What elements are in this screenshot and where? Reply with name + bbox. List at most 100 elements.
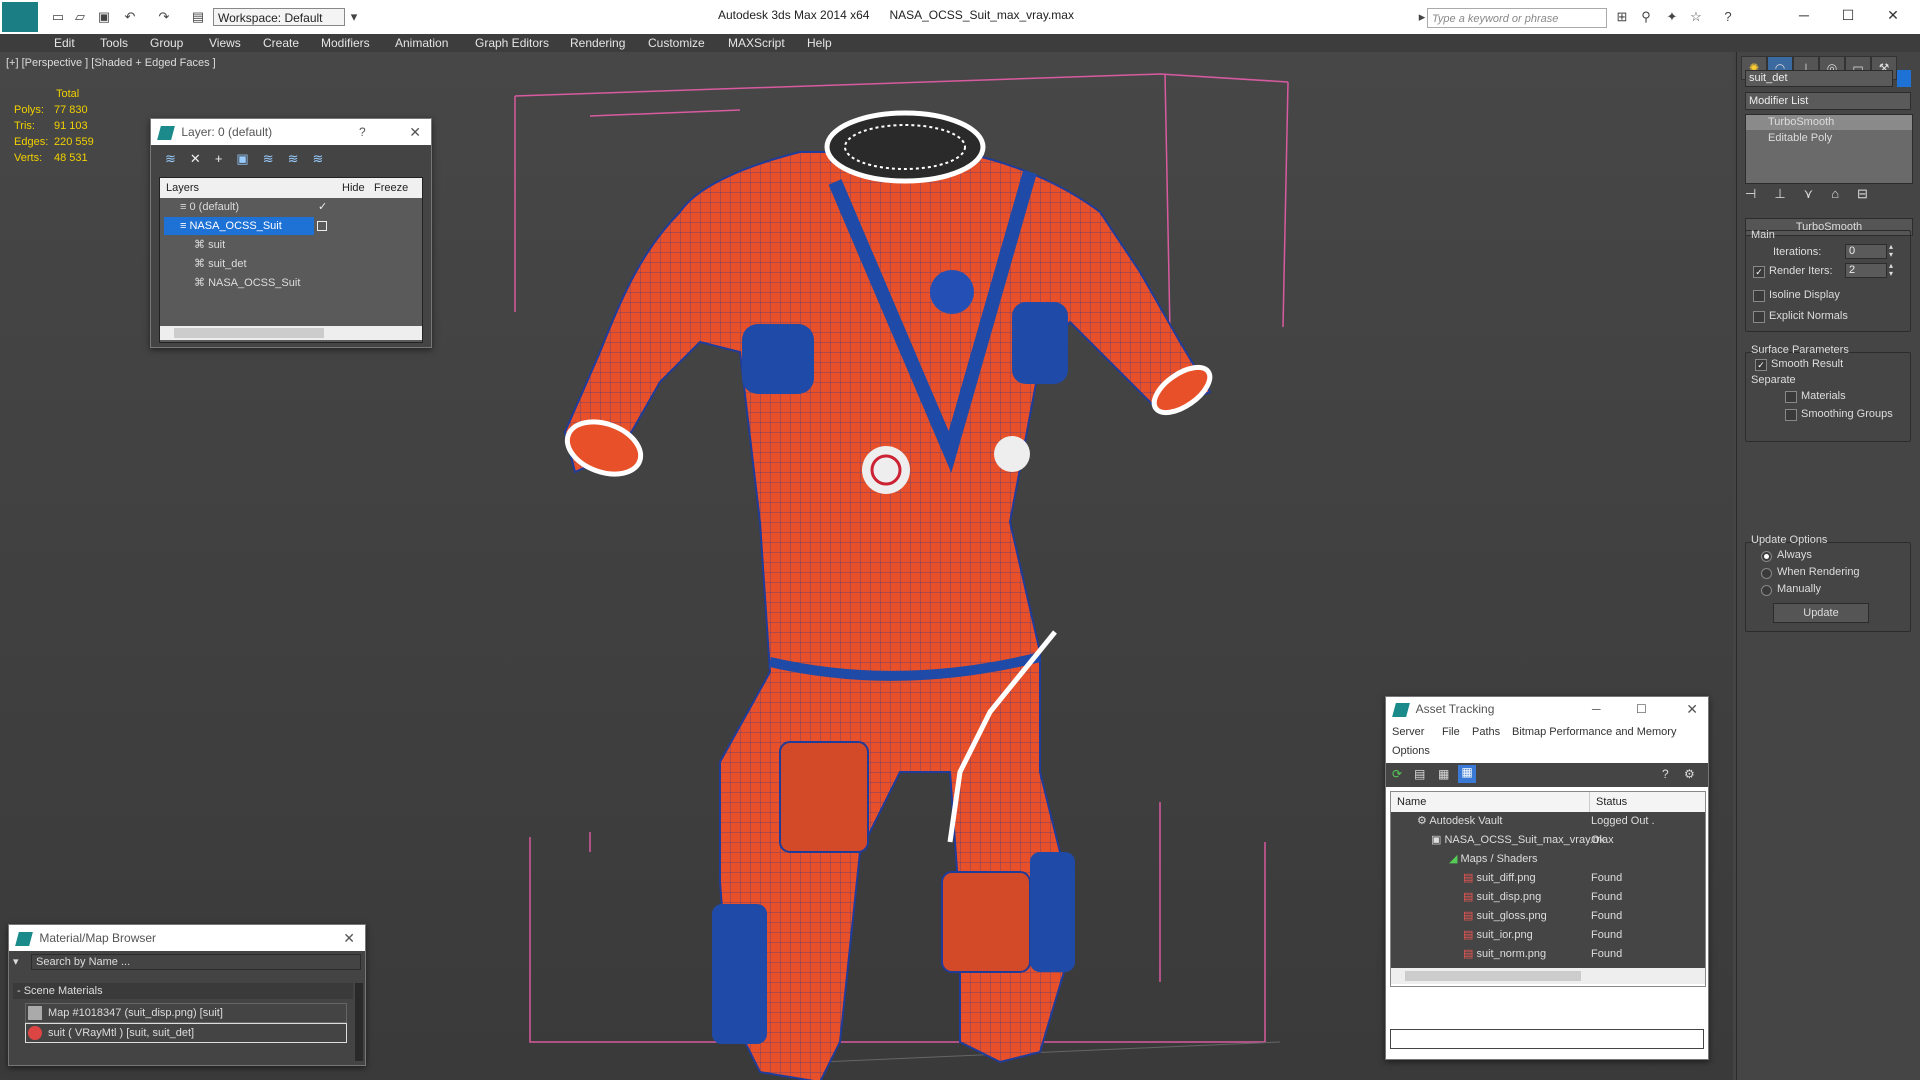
menu-graph-editors[interactable]: Graph Editors — [475, 36, 549, 50]
column-status[interactable]: Status — [1589, 792, 1627, 812]
settings-icon[interactable]: ⚙ — [1684, 767, 1695, 781]
close-icon[interactable]: ✕ — [343, 925, 355, 951]
isoline-display-checkbox[interactable] — [1753, 290, 1765, 302]
manually-radio[interactable] — [1761, 585, 1772, 596]
menu-maxscript[interactable]: MAXScript — [728, 36, 785, 50]
menu-animation[interactable]: Animation — [395, 36, 448, 50]
show-end-result-icon[interactable]: ⊥ — [1774, 186, 1803, 201]
menu-rendering[interactable]: Rendering — [570, 36, 625, 50]
dropdown-arrow-icon[interactable]: ▾ — [346, 9, 362, 25]
project-folder-icon[interactable]: ▤ — [190, 9, 206, 25]
menu-customize[interactable]: Customize — [648, 36, 705, 50]
scene-materials-header[interactable]: - Scene Materials — [13, 983, 353, 999]
spinner-arrows-icon[interactable]: ▴ ▾ — [1889, 243, 1893, 259]
close-icon[interactable]: ✕ — [1686, 697, 1698, 721]
layer-row[interactable]: ≡ 0 (default) — [180, 198, 239, 216]
help-button[interactable]: ? — [359, 119, 366, 145]
stack-item-turbosmooth[interactable]: TurboSmooth — [1746, 115, 1912, 130]
horizontal-scrollbar[interactable] — [1391, 968, 1705, 984]
material-search-input[interactable]: Search by Name ... — [31, 954, 361, 970]
table-row[interactable]: ◢ Maps / Shaders — [1449, 850, 1538, 868]
close-icon[interactable]: ✕ — [409, 119, 421, 145]
table-row[interactable]: ▤ suit_norm.png — [1463, 945, 1546, 963]
workspace-dropdown[interactable]: Workspace: Default — [213, 8, 345, 26]
minimize-button[interactable]: ─ — [1789, 5, 1819, 25]
table-view-icon[interactable]: ▦ — [1458, 765, 1476, 783]
list-item-selected[interactable]: suit ( VRayMtl ) [suit, suit_det] — [25, 1023, 347, 1043]
spacesuit[interactable] — [560, 110, 1217, 1080]
layer-row-selected[interactable]: ≡ NASA_OCSS_Suit — [164, 217, 314, 235]
thumbnail-view-icon[interactable]: ▦ — [1438, 767, 1449, 781]
asset-tracking-titlebar[interactable]: Asset Tracking ─ ☐ ✕ — [1386, 697, 1708, 721]
open-file-icon[interactable]: ▱ — [72, 9, 88, 25]
column-hide[interactable]: Hide — [342, 178, 365, 198]
modifier-list-dropdown[interactable]: Modifier List — [1745, 92, 1911, 110]
redo-icon[interactable]: ↷ — [156, 9, 172, 25]
save-icon[interactable]: ▣ — [96, 9, 112, 25]
menu-edit[interactable]: Edit — [54, 36, 75, 50]
menu-help[interactable]: Help — [807, 36, 832, 50]
render-iters-checkbox[interactable]: ✓ — [1753, 266, 1765, 278]
search-input[interactable]: Type a keyword or phrase — [1427, 8, 1607, 28]
vertical-scrollbar[interactable] — [355, 983, 363, 1061]
create-layer-icon[interactable]: ≋ — [165, 151, 190, 166]
menu-file[interactable]: File — [1442, 726, 1460, 738]
help-icon[interactable]: ? — [1662, 767, 1669, 781]
maximize-button[interactable]: ☐ — [1833, 5, 1863, 25]
column-layers[interactable]: Layers — [166, 178, 199, 198]
refresh-icon[interactable]: ⟳ — [1392, 767, 1402, 781]
always-radio[interactable] — [1761, 551, 1772, 562]
spinner-arrows-icon[interactable]: ▴ ▾ — [1889, 262, 1893, 278]
help-icon[interactable]: ? — [1720, 9, 1736, 25]
iterations-spinner[interactable]: 0 — [1845, 244, 1887, 259]
table-row[interactable]: ⚙ Autodesk Vault — [1417, 812, 1503, 830]
column-name[interactable]: Name — [1397, 792, 1426, 812]
table-row[interactable]: ▤ suit_disp.png — [1463, 888, 1541, 906]
when-rendering-radio[interactable] — [1761, 568, 1772, 579]
configure-sets-icon[interactable]: ⊟ — [1857, 186, 1886, 201]
scrollbar-thumb[interactable] — [174, 328, 324, 338]
freeze-all-icon[interactable]: ≋ — [313, 151, 338, 166]
pin-stack-icon[interactable]: ⊣ — [1745, 186, 1774, 201]
list-view-icon[interactable]: ▤ — [1414, 767, 1425, 781]
update-button[interactable]: Update — [1773, 603, 1869, 623]
maximize-button[interactable]: ☐ — [1636, 697, 1647, 721]
menu-create[interactable]: Create — [263, 36, 299, 50]
menu-group[interactable]: Group — [150, 36, 183, 50]
binoculars-icon[interactable]: ⊞ — [1614, 9, 1630, 25]
table-row[interactable]: ▤ suit_gloss.png — [1463, 907, 1547, 925]
subscription-icon[interactable]: ✦ — [1664, 9, 1680, 25]
menu-bitmap-performance[interactable]: Bitmap Performance and Memory — [1512, 726, 1676, 738]
column-freeze[interactable]: Freeze — [374, 178, 408, 198]
smoothing-groups-checkbox[interactable] — [1785, 409, 1797, 421]
make-unique-icon[interactable]: ⋎ — [1804, 186, 1832, 201]
menu-modifiers[interactable]: Modifiers — [321, 36, 370, 50]
tools-icon[interactable]: ⚲ — [1638, 9, 1654, 25]
materials-checkbox[interactable] — [1785, 391, 1797, 403]
layer-dialog-titlebar[interactable]: Layer: 0 (default) ? ✕ — [151, 119, 431, 145]
explicit-normals-checkbox[interactable] — [1753, 311, 1765, 323]
layer-row[interactable]: ⌘ suit_det — [194, 255, 247, 273]
table-row[interactable]: ▣ NASA_OCSS_Suit_max_vray.max — [1431, 831, 1614, 849]
app-logo-icon[interactable] — [2, 2, 38, 32]
highlight-layer-icon[interactable]: ≋ — [263, 151, 288, 166]
object-name-field[interactable]: suit_det — [1745, 70, 1893, 87]
minimize-button[interactable]: ─ — [1592, 697, 1601, 721]
table-row[interactable]: ▤ suit_diff.png — [1463, 869, 1536, 887]
hide-all-icon[interactable]: ≋ — [288, 151, 313, 166]
stack-item-editable-poly[interactable]: Editable Poly — [1746, 131, 1832, 146]
undo-icon[interactable]: ↶ — [122, 9, 138, 25]
list-item[interactable]: Map #1018347 (suit_disp.png) [suit] — [25, 1003, 347, 1023]
menu-server[interactable]: Server — [1392, 726, 1424, 738]
new-file-icon[interactable]: ▭ — [50, 9, 66, 25]
object-color-swatch[interactable] — [1897, 70, 1911, 87]
table-row[interactable]: ▤ suit_ior.png — [1463, 926, 1533, 944]
close-button[interactable]: ✕ — [1878, 5, 1908, 25]
render-iters-spinner[interactable]: 2 — [1845, 263, 1887, 278]
remove-modifier-icon[interactable]: ⌂ — [1831, 186, 1857, 201]
options-dropdown-icon[interactable]: ▾ — [13, 955, 19, 968]
menu-views[interactable]: Views — [209, 36, 241, 50]
menu-options[interactable]: Options — [1392, 745, 1430, 757]
material-browser-titlebar[interactable]: Material/Map Browser ✕ — [9, 925, 365, 951]
layer-row[interactable]: ⌘ NASA_OCSS_Suit — [194, 274, 300, 292]
